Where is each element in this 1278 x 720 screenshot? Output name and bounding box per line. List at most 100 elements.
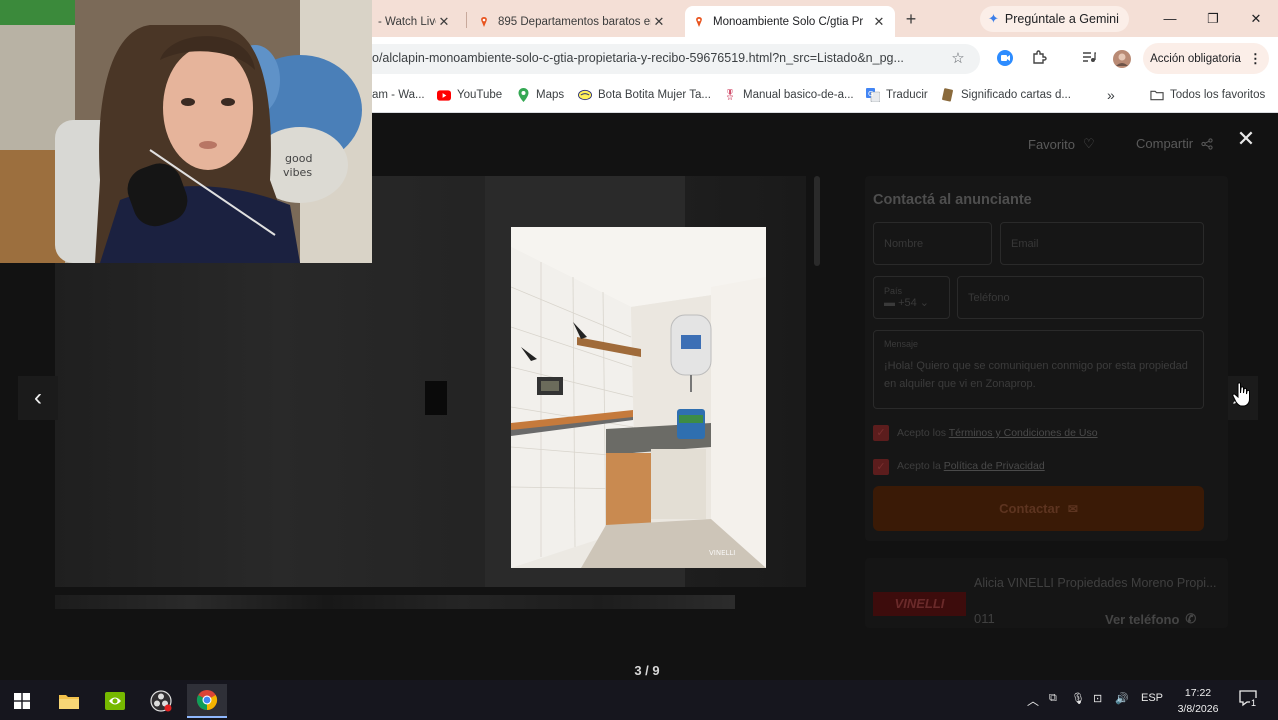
action-required-button[interactable]: Acción obligatoria ⋮: [1143, 43, 1269, 74]
favorite-label: Favorito: [1028, 136, 1075, 152]
tray-overflow-icon[interactable]: ︿: [1027, 692, 1039, 709]
maps-icon: [516, 88, 530, 102]
bookmark-label: YouTube: [457, 89, 503, 101]
tab-watch-live[interactable]: - Watch Live ✕: [372, 6, 460, 37]
chrome-app-button[interactable]: [187, 684, 227, 718]
media-control-icon[interactable]: [1078, 49, 1100, 71]
close-icon[interactable]: ✕: [651, 14, 667, 30]
message-field[interactable]: Mensaje ¡Hola! Quiero que se comuniquen …: [873, 330, 1204, 409]
bookmark-label: Significado cartas d...: [961, 89, 1071, 101]
show-phone-button[interactable]: Ver teléfono ✆: [1105, 611, 1196, 627]
new-tab-button[interactable]: +: [900, 8, 922, 30]
close-window-button[interactable]: ✕: [1236, 6, 1276, 32]
terms-link[interactable]: Términos y Condiciones de Uso: [949, 427, 1098, 439]
terms-text: Acepto los Términos y Condiciones de Uso: [897, 427, 1098, 439]
thumbnail-strip[interactable]: [55, 595, 735, 609]
translate-icon: G: [866, 88, 880, 102]
close-icon[interactable]: ✕: [436, 14, 452, 30]
tab-title: Monoambiente Solo C/gtia Pr: [713, 15, 864, 28]
network-tray-icon[interactable]: ⊡: [1093, 692, 1102, 705]
email-placeholder: Email: [1011, 237, 1039, 250]
camera-tray-icon[interactable]: ⧉: [1049, 692, 1057, 705]
profile-avatar-icon[interactable]: [1111, 49, 1133, 71]
notification-center-button[interactable]: 1: [1238, 688, 1260, 710]
bookmark-item[interactable]: YouTube: [437, 86, 502, 104]
bookmark-item[interactable]: am - Wa...: [372, 86, 425, 104]
contact-button-label: Contactar: [999, 501, 1060, 516]
favorite-button[interactable]: Favorito ♡: [1028, 136, 1095, 152]
minimize-button[interactable]: —: [1150, 6, 1190, 32]
windows-logo-icon: [14, 693, 30, 709]
privacy-link[interactable]: Política de Privacidad: [944, 460, 1045, 472]
previous-photo-button[interactable]: ‹: [18, 376, 58, 420]
doc-icon: 🎖: [723, 89, 737, 101]
more-options-icon[interactable]: ⋮: [1249, 51, 1262, 67]
bookmark-item[interactable]: Significado cartas d...: [941, 86, 1071, 104]
bookmark-item[interactable]: Maps: [516, 86, 564, 104]
hand-cursor-icon: [1232, 382, 1250, 407]
bookmark-item[interactable]: Bota Botita Mujer Ta...: [578, 86, 711, 104]
phone-field[interactable]: Teléfono: [957, 276, 1204, 319]
clock-date: 3/8/2026: [1177, 703, 1219, 715]
volume-tray-icon[interactable]: 🔊: [1115, 692, 1129, 705]
terms-checkbox[interactable]: ✓: [873, 425, 889, 441]
extensions-puzzle-icon[interactable]: [1028, 49, 1050, 71]
file-explorer-button[interactable]: [49, 684, 89, 718]
gemini-label: Pregúntale a Gemini: [1004, 12, 1119, 26]
bookmark-item[interactable]: G Traducir: [866, 86, 928, 104]
main-gallery-photo[interactable]: VINELLI: [511, 227, 766, 568]
agent-name[interactable]: Alicia VINELLI Propiedades Moreno Propi.…: [974, 576, 1219, 590]
start-button[interactable]: [2, 684, 42, 718]
obs-icon: [150, 690, 172, 712]
url-text[interactable]: o/alclapin-monoambiente-solo-c-gtia-prop…: [372, 51, 937, 67]
contact-button[interactable]: Contactar ✉: [873, 486, 1204, 531]
email-field[interactable]: Email: [1000, 222, 1204, 265]
restore-button[interactable]: ❐: [1193, 6, 1233, 32]
bookmark-label: Maps: [536, 89, 565, 101]
bookmark-label: Bota Botita Mujer Ta...: [598, 89, 711, 101]
system-clock[interactable]: 17:22 3/8/2026: [1168, 685, 1228, 717]
extension-zoom-icon[interactable]: [994, 49, 1016, 71]
message-label: Mensaje: [884, 339, 919, 349]
zonaprop-favicon-icon: [696, 16, 702, 27]
notification-count: 1: [1250, 698, 1258, 708]
show-phone-label: Ver teléfono: [1105, 611, 1180, 627]
phone-icon: ✆: [1185, 611, 1197, 626]
microphone-tray-icon[interactable]: 🎙: [1071, 692, 1085, 705]
country-code-value: ▬ +54 ⌄: [884, 297, 930, 309]
share-button[interactable]: Compartir: [1136, 136, 1213, 151]
action-required-label: Acción obligatoria: [1150, 52, 1241, 65]
heart-icon: ♡: [1082, 136, 1095, 151]
bookmark-label: Manual basico-de-a...: [743, 89, 854, 101]
country-code-select[interactable]: País ▬ +54 ⌄: [873, 276, 950, 319]
share-icon: [1201, 137, 1213, 150]
name-field[interactable]: Nombre: [873, 222, 992, 265]
close-gallery-icon[interactable]: ✕: [1234, 127, 1258, 151]
bookmark-label: am - Wa...: [372, 89, 425, 101]
mail-icon: ✉: [1067, 501, 1078, 516]
close-icon[interactable]: ✕: [871, 14, 887, 30]
bookmarks-overflow-button[interactable]: »: [1107, 86, 1115, 104]
scrollbar[interactable]: [814, 176, 820, 266]
bookmark-item[interactable]: 🎖 Manual basico-de-a...: [723, 86, 854, 104]
name-placeholder: Nombre: [884, 237, 924, 250]
webcam-overlay: good vibes: [0, 0, 372, 263]
all-bookmarks-label: Todos los favoritos: [1170, 89, 1266, 101]
all-bookmarks-button[interactable]: Todos los favoritos: [1150, 86, 1265, 104]
tab-title: 895 Departamentos baratos en: [498, 15, 651, 28]
gemini-button[interactable]: ✦ Pregúntale a Gemini: [980, 6, 1129, 32]
message-value: ¡Hola! Quiero que se comuniquen conmigo …: [884, 360, 1188, 390]
clock-time: 17:22: [1184, 687, 1212, 699]
bookmark-star-icon[interactable]: ☆: [948, 49, 968, 69]
tab-departamentos[interactable]: 895 Departamentos baratos en ✕: [470, 6, 675, 37]
svg-text:good: good: [285, 152, 312, 165]
svg-text:VINELLI: VINELLI: [709, 549, 735, 557]
nvidia-app-button[interactable]: [95, 684, 135, 718]
obs-app-button[interactable]: [141, 684, 181, 718]
gemini-sparkle-icon: ✦: [988, 11, 999, 26]
share-label: Compartir: [1136, 136, 1194, 151]
tab-monoambiente[interactable]: Monoambiente Solo C/gtia Pr ✕: [685, 6, 895, 37]
shop-icon: [578, 88, 592, 102]
language-indicator[interactable]: ESP: [1141, 692, 1163, 704]
privacy-checkbox[interactable]: ✓: [873, 459, 889, 475]
